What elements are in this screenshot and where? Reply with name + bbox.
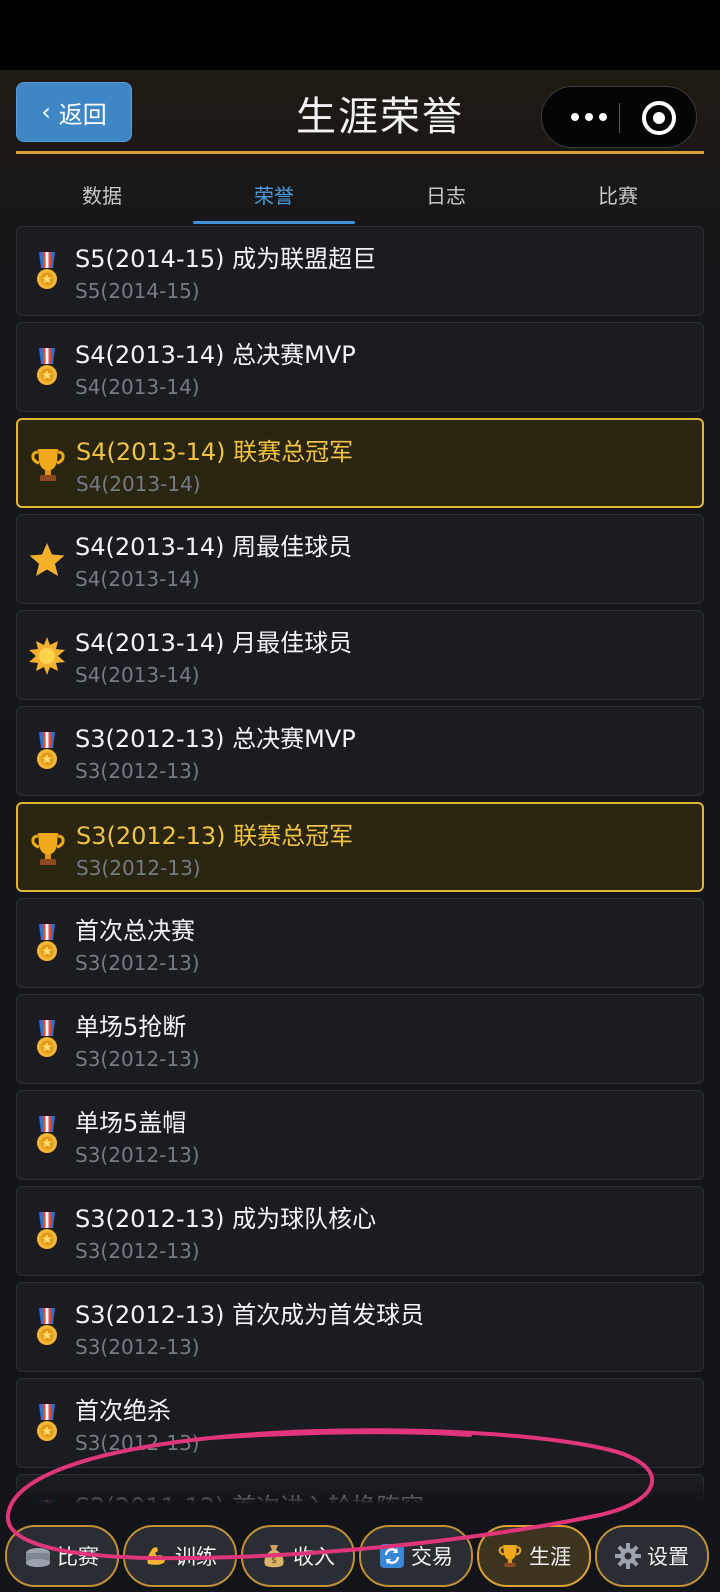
honor-item[interactable]: 首次总决赛 S3(2012-13) bbox=[16, 898, 704, 988]
honor-title: S3(2012-13) 联赛总冠军 bbox=[76, 822, 354, 850]
honor-title: S3(2012-13) 成为球队核心 bbox=[75, 1205, 377, 1233]
trophy-icon bbox=[28, 442, 68, 488]
app-screen: ‹ 返回 生涯荣誉 数据 荣誉 日志 比赛 S5(2014-15) 成为联盟超巨… bbox=[0, 70, 720, 1592]
trophy-icon bbox=[497, 1543, 523, 1569]
more-icon[interactable] bbox=[564, 101, 614, 133]
honor-title: S4(2013-14) 联赛总冠军 bbox=[76, 438, 354, 466]
tab-data[interactable]: 数据 bbox=[16, 162, 188, 226]
header-divider bbox=[16, 151, 704, 154]
honor-season: S3(2012-13) bbox=[75, 951, 200, 975]
honor-title: 首次总决赛 bbox=[75, 917, 195, 945]
honor-title: 单场5抢断 bbox=[75, 1013, 187, 1041]
tab-honors[interactable]: 荣誉 bbox=[188, 162, 360, 226]
nav-label: 交易 bbox=[411, 1545, 453, 1569]
sun-icon bbox=[27, 633, 67, 679]
back-button[interactable]: ‹ 返回 bbox=[16, 82, 132, 142]
medal-icon bbox=[27, 1305, 67, 1351]
nav-button-2[interactable]: $ 收入 bbox=[241, 1525, 355, 1587]
nav-label: 生涯 bbox=[529, 1545, 571, 1569]
nav-label: 训练 bbox=[175, 1545, 217, 1569]
nav-button-5[interactable]: 设置 bbox=[595, 1525, 709, 1587]
nav-button-0[interactable]: 比赛 bbox=[5, 1525, 119, 1587]
honor-item[interactable]: S4(2013-14) 周最佳球员 S4(2013-14) bbox=[16, 514, 704, 604]
honor-season: S3(2012-13) bbox=[75, 759, 200, 783]
honor-title: S3(2012-13) 首次成为首发球员 bbox=[75, 1301, 425, 1329]
header: ‹ 返回 生涯荣誉 bbox=[0, 70, 720, 154]
honor-season: S4(2013-14) bbox=[76, 472, 201, 496]
honor-season: S3(2012-13) bbox=[75, 1239, 200, 1263]
honor-season: S4(2013-14) bbox=[75, 567, 200, 591]
honor-title: S5(2014-15) 成为联盟超巨 bbox=[75, 245, 377, 273]
medal-icon bbox=[27, 249, 67, 295]
honor-title: S4(2013-14) 总决赛MVP bbox=[75, 341, 356, 369]
nav-label: 设置 bbox=[647, 1545, 689, 1569]
honor-title: S4(2013-14) 周最佳球员 bbox=[75, 533, 353, 561]
back-label: 返回 bbox=[58, 100, 107, 129]
bottom-nav: 比赛 训练 $ 收入 交易 生涯 设置 bbox=[0, 1525, 720, 1592]
muscle-icon bbox=[143, 1543, 169, 1569]
tab-games[interactable]: 比赛 bbox=[532, 162, 704, 226]
honor-season: S4(2013-14) bbox=[75, 663, 200, 687]
honor-season: S3(2012-13) bbox=[75, 1431, 200, 1455]
honor-season: S3(2012-13) bbox=[75, 1047, 200, 1071]
honor-season: S4(2013-14) bbox=[75, 375, 200, 399]
page-title: 生涯荣誉 bbox=[296, 94, 464, 140]
honor-title: S4(2013-14) 月最佳球员 bbox=[75, 629, 353, 657]
close-target-icon[interactable] bbox=[642, 101, 676, 135]
refresh-icon bbox=[379, 1543, 405, 1569]
medal-icon bbox=[27, 1113, 67, 1159]
medal-icon bbox=[27, 1209, 67, 1255]
honor-season: S3(2012-13) bbox=[76, 856, 201, 880]
medal-icon bbox=[27, 729, 67, 775]
tab-bar: 数据 荣誉 日志 比赛 bbox=[16, 162, 704, 226]
capsule-divider bbox=[619, 103, 620, 133]
nav-button-4[interactable]: 生涯 bbox=[477, 1525, 591, 1587]
money-bag-icon: $ bbox=[261, 1543, 287, 1569]
chevron-left-icon: ‹ bbox=[41, 98, 51, 126]
gear-icon bbox=[615, 1543, 641, 1569]
honor-title: S3(2012-13) 总决赛MVP bbox=[75, 725, 356, 753]
honor-season: S5(2014-15) bbox=[75, 279, 200, 303]
status-bar bbox=[0, 0, 720, 70]
honor-item[interactable]: S4(2013-14) 月最佳球员 S4(2013-14) bbox=[16, 610, 704, 700]
mini-program-capsule bbox=[541, 86, 697, 148]
star-icon bbox=[27, 537, 67, 583]
honor-title: 首次绝杀 bbox=[75, 1397, 171, 1425]
trophy-icon bbox=[28, 826, 68, 872]
nav-button-3[interactable]: 交易 bbox=[359, 1525, 473, 1587]
nav-label: 比赛 bbox=[57, 1545, 99, 1569]
stadium-icon bbox=[25, 1543, 51, 1569]
honor-item[interactable]: S4(2013-14) 总决赛MVP S4(2013-14) bbox=[16, 322, 704, 412]
medal-icon bbox=[27, 1401, 67, 1447]
honor-item[interactable]: 单场5抢断 S3(2012-13) bbox=[16, 994, 704, 1084]
nav-button-1[interactable]: 训练 bbox=[123, 1525, 237, 1587]
honor-season: S3(2012-13) bbox=[75, 1143, 200, 1167]
nav-label: 收入 bbox=[293, 1545, 335, 1569]
tab-log[interactable]: 日志 bbox=[360, 162, 532, 226]
honor-item[interactable]: S3(2012-13) 联赛总冠军 S3(2012-13) bbox=[16, 802, 704, 892]
medal-icon bbox=[27, 345, 67, 391]
honor-item[interactable]: 首次绝杀 S3(2012-13) bbox=[16, 1378, 704, 1468]
honor-title: 单场5盖帽 bbox=[75, 1109, 187, 1137]
honor-list[interactable]: S5(2014-15) 成为联盟超巨 S5(2014-15) S4(2013-14)… bbox=[16, 226, 704, 1556]
medal-icon bbox=[27, 921, 67, 967]
honor-item[interactable]: S5(2014-15) 成为联盟超巨 S5(2014-15) bbox=[16, 226, 704, 316]
medal-icon bbox=[27, 1017, 67, 1063]
honor-item[interactable]: S3(2012-13) 总决赛MVP S3(2012-13) bbox=[16, 706, 704, 796]
honor-item[interactable]: 单场5盖帽 S3(2012-13) bbox=[16, 1090, 704, 1180]
honor-item[interactable]: S3(2012-13) 首次成为首发球员 S3(2012-13) bbox=[16, 1282, 704, 1372]
svg-text:$: $ bbox=[271, 1556, 277, 1566]
honor-season: S3(2012-13) bbox=[75, 1335, 200, 1359]
honor-item[interactable]: S3(2012-13) 成为球队核心 S3(2012-13) bbox=[16, 1186, 704, 1276]
honor-item[interactable]: S4(2013-14) 联赛总冠军 S4(2013-14) bbox=[16, 418, 704, 508]
